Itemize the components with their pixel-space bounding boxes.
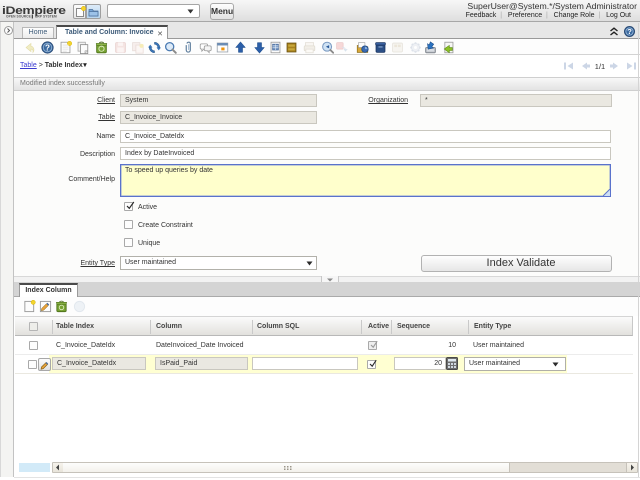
svg-text:1/1: 1/1: [595, 62, 605, 71]
svg-text:?: ?: [45, 43, 50, 52]
svg-text:?: ?: [627, 27, 632, 36]
